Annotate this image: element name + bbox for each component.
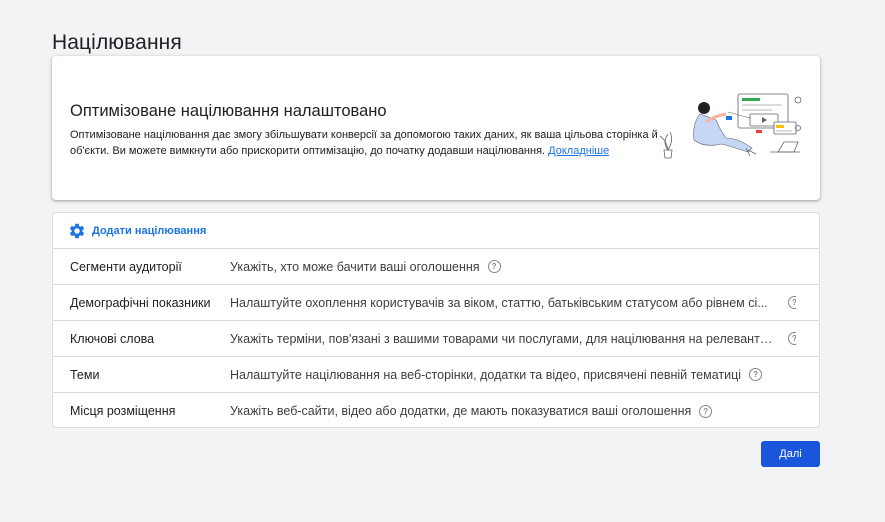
next-button[interactable]: Далі <box>761 441 820 467</box>
help-icon[interactable]: ? <box>487 260 501 273</box>
targeting-row-keywords[interactable]: Ключові слова Укажіть терміни, пов'язані… <box>53 321 819 357</box>
targeting-row-name: Сегменти аудиторії <box>70 259 182 274</box>
targeting-row-description: Укажіть, хто може бачити ваші оголошення <box>230 259 480 274</box>
targeting-row-name: Теми <box>70 367 100 382</box>
help-icon[interactable]: ? <box>749 368 763 381</box>
targeting-row-description: Налаштуйте охоплення користувачів за вік… <box>230 295 768 310</box>
targeting-row-topics[interactable]: Теми Налаштуйте націлювання на веб-сторі… <box>53 357 819 393</box>
help-icon[interactable]: ? <box>699 404 713 418</box>
learn-more-link[interactable]: Докладніше <box>548 145 609 157</box>
optimized-targeting-card: Оптимізоване націлювання налаштовано Опт… <box>52 56 820 200</box>
targeting-row-audience-segments[interactable]: Сегменти аудиторії Укажіть, хто може бач… <box>53 249 819 285</box>
card-title: Оптимізоване націлювання налаштовано <box>70 102 387 120</box>
targeting-row-placements[interactable]: Місця розміщення Укажіть веб-сайти, віде… <box>53 393 819 429</box>
targeting-row-description: Налаштуйте націлювання на веб-сторінки, … <box>230 367 742 382</box>
gear-icon <box>68 222 86 240</box>
targeting-row-description: Укажіть веб-сайти, відео або додатки, де… <box>230 404 692 418</box>
targeting-row-demographics[interactable]: Демографічні показники Налаштуйте охопле… <box>53 285 819 321</box>
targeting-list: Додати націлювання Сегменти аудиторії Ук… <box>52 212 820 428</box>
targeting-row-name: Ключові слова <box>70 331 155 346</box>
add-targeting-button[interactable]: Додати націлювання <box>53 213 819 249</box>
add-targeting-label: Додати націлювання <box>92 224 207 237</box>
targeting-row-description: Укажіть терміни, пов'язані з вашими това… <box>230 331 778 346</box>
card-description: Оптимізоване націлювання дає змогу збіль… <box>70 128 660 159</box>
targeting-row-name: Демографічні показники <box>70 295 211 310</box>
targeting-row-name: Місця розміщення <box>70 404 176 418</box>
page-title: Націлювання <box>52 31 182 55</box>
person-with-laptop-illustration <box>659 93 802 159</box>
